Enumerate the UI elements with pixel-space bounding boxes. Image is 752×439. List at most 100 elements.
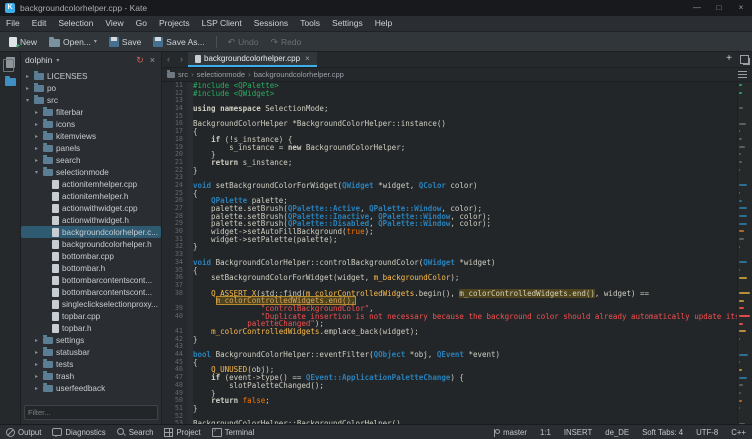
tree-item-bottombar-cpp[interactable]: bottombar.cpp (21, 250, 161, 262)
tab-bar: ‹ › backgroundcolorhelper.cpp × + (162, 52, 752, 68)
split-view-button[interactable] (736, 52, 752, 67)
cursor-position[interactable]: 1:1 (540, 428, 551, 437)
panel-button-terminal[interactable]: Terminal (212, 428, 254, 437)
tree-item-statusbar[interactable]: ▸statusbar (21, 346, 161, 358)
panel-button-output[interactable]: Output (6, 428, 41, 437)
tab-close-icon[interactable]: × (303, 54, 310, 63)
minimap-line (739, 92, 742, 94)
save-button[interactable]: Save (104, 32, 146, 51)
tree-item-bottombar-h[interactable]: bottombar.h (21, 262, 161, 274)
tab-backgroundcolorhelper[interactable]: backgroundcolorhelper.cpp × (188, 52, 317, 67)
menu-sessions[interactable]: Sessions (248, 16, 295, 31)
git-branch-indicator[interactable]: master (493, 428, 527, 437)
open-button[interactable]: Open...▾ (44, 32, 102, 51)
folder-icon (43, 349, 53, 356)
projects-toolview-icon[interactable] (5, 78, 16, 86)
code-token: new (288, 143, 302, 152)
tree-item-search[interactable]: ▸search (21, 154, 161, 166)
tree-item-actionwithwidget-h[interactable]: actionwithwidget.h (21, 214, 161, 226)
tree-item-tests[interactable]: ▸tests (21, 358, 161, 370)
code-line: 16BackgroundColorHelper *BackgroundColor… (162, 120, 752, 128)
tree-item-src[interactable]: ▾src (21, 94, 161, 106)
minimap-scrollbar[interactable] (737, 82, 752, 424)
tree-item-bottombarcontentscont[interactable]: bottombarcontentscont... (21, 286, 161, 298)
tree-item-backgroundcolorhelper-h[interactable]: backgroundcolorhelper.h (21, 238, 161, 250)
next-tab-icon[interactable]: › (175, 52, 188, 67)
tree-item-label: topbar.h (62, 324, 92, 333)
tree-item-userfeedback[interactable]: ▸userfeedback (21, 382, 161, 394)
tab-settings[interactable]: Soft Tabs: 4 (642, 428, 683, 437)
minimize-button[interactable]: — (686, 0, 708, 16)
tree-item-settings[interactable]: ▸settings (21, 334, 161, 346)
tree-item-actionitemhelper-cpp[interactable]: actionitemhelper.cpp (21, 178, 161, 190)
menu-lsp-client[interactable]: LSP Client (196, 16, 248, 31)
breadcrumb-backgroundcolorhelper-cpp[interactable]: backgroundcolorhelper.cpp (254, 70, 344, 79)
breadcrumb-src[interactable]: src (178, 70, 188, 79)
close-button[interactable]: × (730, 0, 752, 16)
minimap-line (739, 377, 747, 379)
tree-item-topbar-cpp[interactable]: topbar.cpp (21, 310, 161, 322)
minimap-line (739, 338, 740, 340)
tree-item-label: trash (56, 372, 74, 381)
panel-button-project[interactable]: Project (164, 428, 200, 437)
menu-selection[interactable]: Selection (52, 16, 99, 31)
tree-item-panels[interactable]: ▸panels (21, 142, 161, 154)
menu-view[interactable]: View (99, 16, 129, 31)
project-name[interactable]: dolphin (25, 55, 52, 65)
filter-input[interactable] (24, 405, 158, 420)
save-as-button[interactable]: Save As... (148, 32, 209, 51)
new-tab-button[interactable]: + (722, 52, 736, 67)
menu-help[interactable]: Help (369, 16, 398, 31)
prev-tab-icon[interactable]: ‹ (162, 52, 175, 67)
code-line: 34void BackgroundColorHelper::controlBac… (162, 259, 752, 267)
save-icon (109, 37, 119, 47)
output-icon (6, 428, 15, 437)
code-editor[interactable]: 11#include <QPalette>12#include <QWidget… (162, 82, 752, 424)
document-list-icon[interactable] (738, 71, 747, 78)
tree-item-filterbar[interactable]: ▸filterbar (21, 106, 161, 118)
menu-settings[interactable]: Settings (326, 16, 369, 31)
tree-item-trash[interactable]: ▸trash (21, 370, 161, 382)
tree-item-kitemviews[interactable]: ▸kitemviews (21, 130, 161, 142)
tree-item-label: filterbar (56, 108, 83, 117)
minimap-line (739, 392, 741, 394)
new-button[interactable]: New (4, 32, 42, 51)
syntax-mode[interactable]: C++ (731, 428, 746, 437)
menu-edit[interactable]: Edit (26, 16, 53, 31)
dictionary[interactable]: de_DE (605, 428, 629, 437)
reload-project-icon[interactable]: ↻ (136, 52, 144, 68)
tree-item-label: statusbar (56, 348, 90, 357)
panel-button-search[interactable]: Search (117, 428, 154, 437)
undo-button[interactable]: ↶Undo (223, 32, 264, 51)
kate-window: K backgroundcolorhelper.cpp - Kate — □ ×… (0, 0, 752, 439)
redo-button[interactable]: ↷Redo (265, 32, 306, 51)
encoding[interactable]: UTF-8 (696, 428, 718, 437)
panel-button-diagnostics[interactable]: Diagnostics (52, 428, 105, 437)
tree-item-singleclickselectionproxy[interactable]: singleclickselectionproxy... (21, 298, 161, 310)
tree-item-actionitemhelper-h[interactable]: actionitemhelper.h (21, 190, 161, 202)
close-sidebar-icon[interactable]: × (148, 52, 157, 68)
tree-item-icons[interactable]: ▸icons (21, 118, 161, 130)
code-line: 36 setBackgroundColorForWidget(widget, m… (162, 274, 752, 282)
menu-file[interactable]: File (0, 16, 26, 31)
menu-go[interactable]: Go (130, 16, 153, 31)
tree-item-po[interactable]: ▸po (21, 82, 161, 94)
maximize-button[interactable]: □ (708, 0, 730, 16)
code-text: } (193, 336, 198, 344)
tree-item-bottombarcontentscont[interactable]: bottombarcontentscont... (21, 274, 161, 286)
tree-item-actionwithwidget-cpp[interactable]: actionwithwidget.cpp (21, 202, 161, 214)
menu-tools[interactable]: Tools (294, 16, 326, 31)
tree-item-licenses[interactable]: ▸LICENSES (21, 70, 161, 82)
minimap-line (739, 323, 743, 325)
chevron-right-icon: ▸ (33, 157, 40, 164)
tree-item-topbar-h[interactable]: topbar.h (21, 322, 161, 334)
menu-projects[interactable]: Projects (153, 16, 196, 31)
chevron-down-icon[interactable]: ▾ (56, 57, 59, 64)
tree-item-selectionmode[interactable]: ▾selectionmode (21, 166, 161, 178)
tree-item-backgroundcolorhelper-c[interactable]: backgroundcolorhelper.c... (21, 226, 161, 238)
chevron-down-icon: ▾ (33, 169, 40, 176)
folder-icon (34, 97, 44, 104)
input-mode[interactable]: INSERT (564, 428, 592, 437)
breadcrumb-selectionmode[interactable]: selectionmode (197, 70, 245, 79)
documents-toolview-icon[interactable] (6, 57, 15, 68)
